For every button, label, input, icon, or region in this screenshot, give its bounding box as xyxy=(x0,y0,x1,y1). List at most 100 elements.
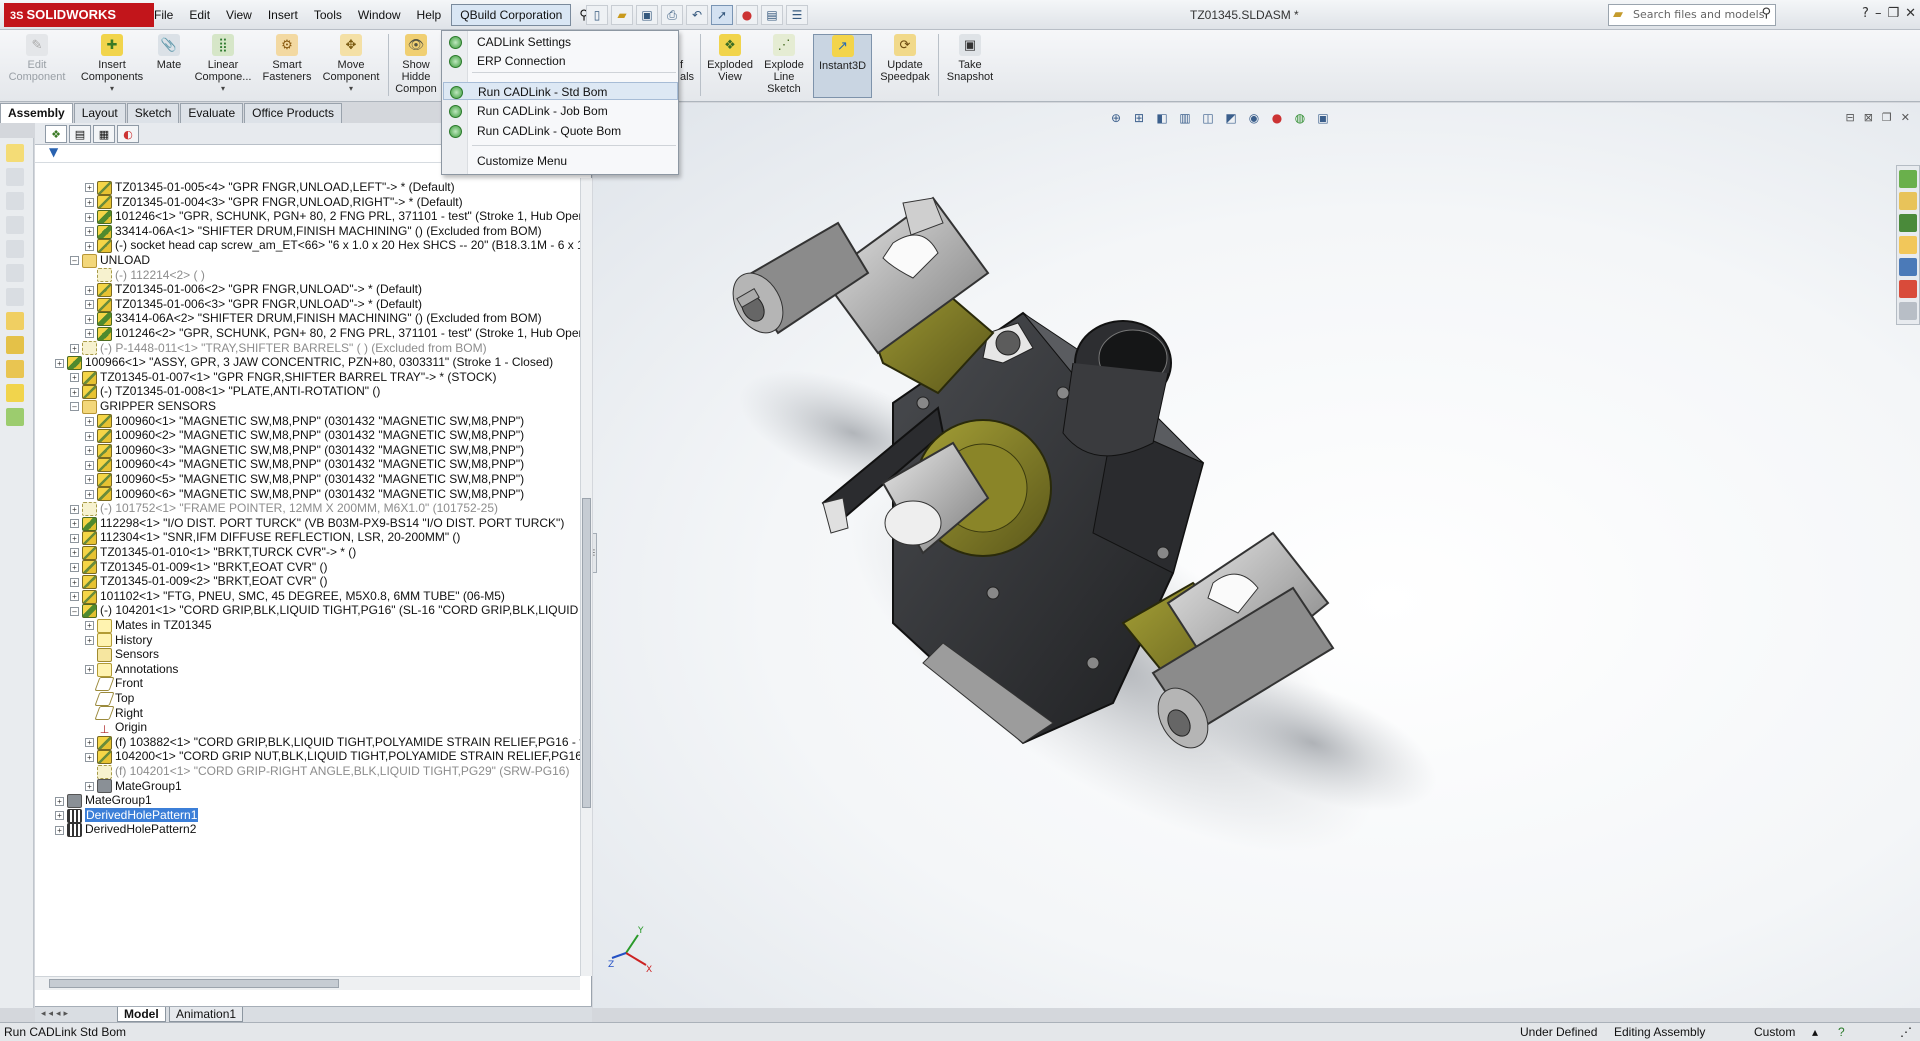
collapse-icon[interactable]: – xyxy=(70,606,79,616)
hole-icon[interactable] xyxy=(6,240,24,258)
expand-icon[interactable]: + xyxy=(85,227,94,237)
menu-item-customize-menu[interactable]: Customize Menu xyxy=(443,152,678,170)
search-input[interactable]: ▰ Search files and models ⚲ xyxy=(1608,4,1776,26)
expand-icon[interactable]: + xyxy=(85,665,94,675)
expand-icon[interactable]: + xyxy=(85,475,94,485)
help-icon[interactable]: ? xyxy=(1862,6,1869,21)
tab-office-products[interactable]: Office Products xyxy=(244,103,342,123)
restore-icon[interactable]: ❐ xyxy=(1887,6,1899,21)
expand-icon[interactable]: + xyxy=(85,329,94,339)
show-hidden-components-button[interactable]: 👁 Show Hidde Compon xyxy=(392,34,440,95)
weld-icon[interactable] xyxy=(6,336,24,354)
menu-insert[interactable]: Insert xyxy=(260,0,306,30)
expand-icon[interactable]: + xyxy=(85,752,94,762)
expand-icon[interactable]: + xyxy=(55,796,64,806)
tab-model[interactable]: Model xyxy=(117,1007,166,1022)
options-icon[interactable]: ☰ xyxy=(786,5,808,25)
expand-icon[interactable]: + xyxy=(85,241,94,251)
expand-icon[interactable]: + xyxy=(85,738,94,748)
expand-icon[interactable]: + xyxy=(85,489,94,499)
vertical-scrollbar[interactable] xyxy=(580,178,592,976)
expand-icon[interactable]: + xyxy=(70,577,79,587)
property-manager-tab-icon[interactable]: ▤ xyxy=(69,125,91,143)
exploded-view-button[interactable]: ❖ Exploded View xyxy=(704,34,756,83)
chevron-down-icon[interactable]: ▾ xyxy=(76,83,148,95)
expand-icon[interactable]: + xyxy=(85,300,94,310)
tree-item[interactable]: + DerivedHolePattern2 xyxy=(55,820,196,838)
close-icon[interactable]: ✕ xyxy=(1905,6,1916,21)
resize-grip-icon[interactable]: ⋰ xyxy=(1900,1023,1912,1041)
expand-icon[interactable]: + xyxy=(85,416,94,426)
print-icon[interactable]: ⎙ xyxy=(661,5,683,25)
horizontal-scrollbar[interactable] xyxy=(35,976,580,990)
units-selector[interactable]: Custom xyxy=(1754,1023,1795,1041)
undo-icon[interactable]: ↶ xyxy=(686,5,708,25)
expand-icon[interactable]: + xyxy=(85,212,94,222)
insert-components-button[interactable]: ✚ Insert Components ▾ xyxy=(76,34,148,95)
linear-component-pattern-button[interactable]: ⣿ Linear Compone... ▾ xyxy=(190,34,256,95)
help-status-icon[interactable]: ? xyxy=(1838,1023,1845,1041)
traffic-light-icon[interactable]: ● xyxy=(736,5,758,25)
update-speedpak-button[interactable]: ⟳ Update Speedpak xyxy=(876,34,934,83)
feature-manager-tab-icon[interactable]: ❖ xyxy=(45,125,67,143)
menu-file[interactable]: File xyxy=(146,0,181,30)
menu-window[interactable]: Window xyxy=(350,0,409,30)
minimize-icon[interactable]: – xyxy=(1875,6,1882,21)
expand-icon[interactable]: + xyxy=(85,446,94,456)
hidden-command-button[interactable]: f als xyxy=(680,34,696,83)
expand-icon[interactable]: + xyxy=(55,811,64,821)
expand-icon[interactable]: + xyxy=(85,285,94,295)
solidworks-logo[interactable]: 3S SOLIDWORKS xyxy=(4,3,154,27)
menu-edit[interactable]: Edit xyxy=(181,0,218,30)
3d-sketch-icon[interactable] xyxy=(6,144,24,162)
expand-icon[interactable]: + xyxy=(55,825,64,835)
expand-icon[interactable]: + xyxy=(85,197,94,207)
open-folder-icon[interactable]: ▰ xyxy=(611,5,633,25)
menu-item-cadlink-settings[interactable]: CADLink Settings xyxy=(443,33,678,51)
chevron-down-icon[interactable]: ▾ xyxy=(190,83,256,95)
menu-item-run-cadlink-std-bom[interactable]: Run CADLink - Std Bom xyxy=(443,82,678,100)
menu-tools[interactable]: Tools xyxy=(306,0,350,30)
menu-item-erp-connection[interactable]: ERP Connection xyxy=(443,52,678,70)
menu-help[interactable]: Help xyxy=(409,0,450,30)
smart-dimension-icon[interactable] xyxy=(6,408,24,426)
display-manager-tab-icon[interactable]: ◐ xyxy=(117,125,139,143)
graphics-area[interactable]: ⋮ ⊕ ⊞ ◧ ▥ ◫ ◩ ◉ ● ◍ ▣ ⊟ ⊠ ❐ ✕ Y X Z xyxy=(593,103,1920,1008)
move-component-button[interactable]: ✥ Move Component ▾ xyxy=(318,34,384,95)
menu-item-run-cadlink-job-bom[interactable]: Run CADLink - Job Bom xyxy=(443,102,678,120)
tab-animation1[interactable]: Animation1 xyxy=(169,1007,244,1022)
expand-icon[interactable]: + xyxy=(85,621,94,631)
sketch-tool-icon[interactable] xyxy=(6,168,24,186)
search-icon[interactable]: ⚲ xyxy=(1761,6,1771,21)
menu-item-run-cadlink-quote-bom[interactable]: Run CADLink - Quote Bom xyxy=(443,122,678,140)
expand-icon[interactable]: + xyxy=(85,781,94,791)
scrollbar-thumb[interactable] xyxy=(49,979,339,988)
expand-icon[interactable]: + xyxy=(70,562,79,572)
explode-line-sketch-button[interactable]: ⋰ Explode Line Sketch xyxy=(759,34,809,95)
new-document-icon[interactable]: ▯ xyxy=(586,5,608,25)
expand-icon[interactable]: + xyxy=(70,592,79,602)
cut-icon[interactable] xyxy=(6,216,24,234)
tab-assembly[interactable]: Assembly xyxy=(0,103,73,123)
assembly-3d-model[interactable] xyxy=(593,103,1920,1008)
fillet-icon[interactable] xyxy=(6,264,24,282)
expand-icon[interactable]: + xyxy=(85,431,94,441)
expand-icon[interactable]: + xyxy=(70,548,79,558)
expand-icon[interactable]: + xyxy=(70,373,79,383)
expand-icon[interactable]: + xyxy=(85,314,94,324)
scrollbar-thumb[interactable] xyxy=(582,498,591,808)
expand-icon[interactable]: + xyxy=(85,635,94,645)
edit-component-button[interactable]: ✎ Edit Component xyxy=(6,34,68,83)
units-up-arrow-icon[interactable]: ▴ xyxy=(1812,1023,1818,1041)
tab-sketch[interactable]: Sketch xyxy=(126,103,180,123)
tab-navigation-arrows-icon[interactable]: ◂◂◂▸ xyxy=(41,1009,71,1019)
expand-icon[interactable]: + xyxy=(85,183,94,193)
reference-geometry-icon[interactable] xyxy=(6,312,24,330)
assembly-feature-icon[interactable] xyxy=(6,360,24,378)
tab-layout[interactable]: Layout xyxy=(73,103,126,123)
take-snapshot-button[interactable]: ▣ Take Snapshot xyxy=(942,34,998,83)
collapse-icon[interactable]: – xyxy=(70,256,79,266)
save-icon[interactable]: ▣ xyxy=(636,5,658,25)
expand-icon[interactable]: + xyxy=(70,533,79,543)
expand-icon[interactable]: + xyxy=(70,519,79,529)
